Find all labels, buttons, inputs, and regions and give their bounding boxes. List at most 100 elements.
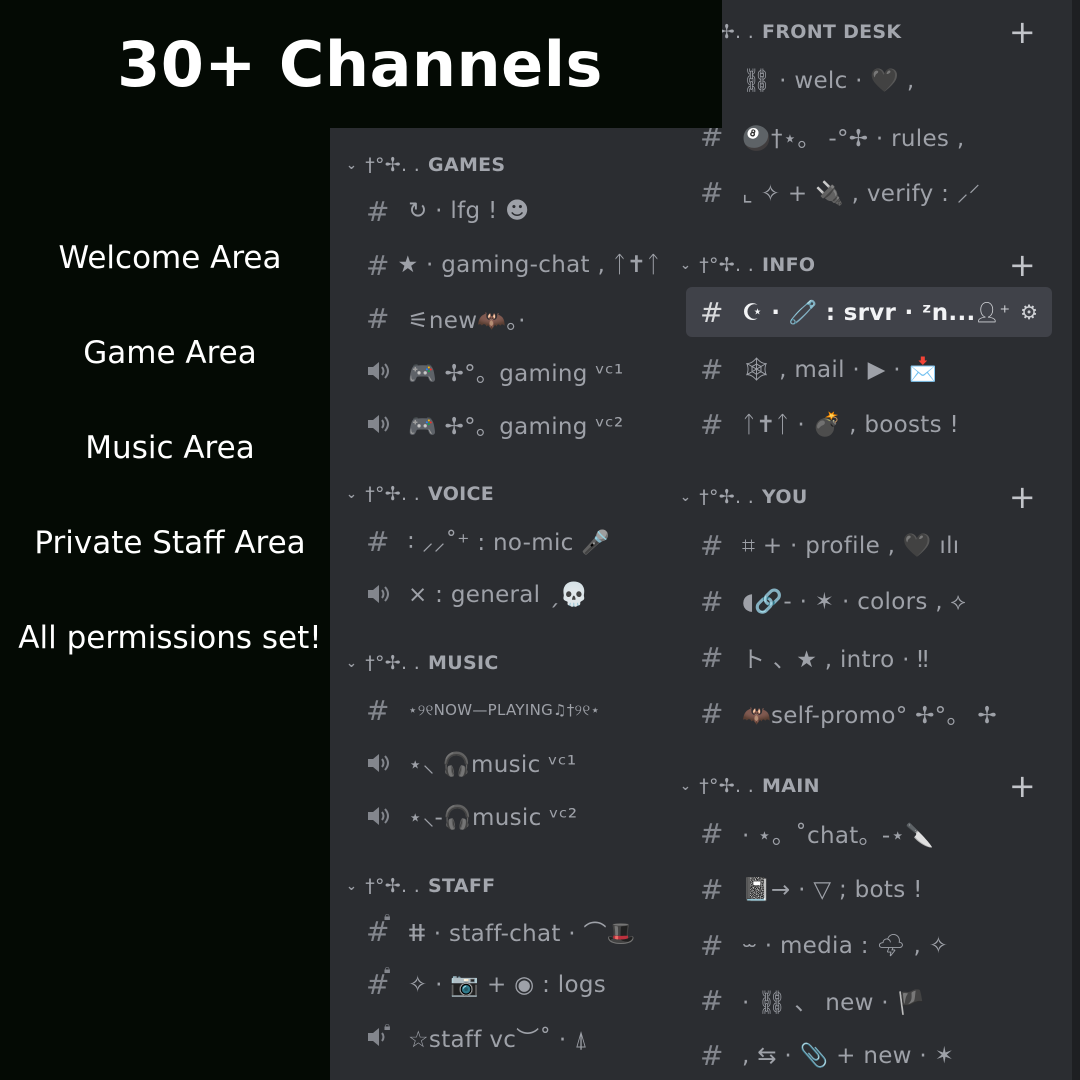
channel-name: × : general ˏ💀 [408,581,589,608]
channel-item[interactable]: # 🦇self-promo° ✢°。 ✢ [700,688,1050,738]
channel-name: ☆staff vc︶˚ · ⍋ [408,1027,589,1053]
category-music[interactable]: ⌄ †°✢. . MUSIC [346,645,646,681]
category-decoration: †°✢. . [365,875,421,897]
private-channel-item[interactable]: # 🔒︎ ⵌ · staff-chat · ⌒🎩 [366,906,656,956]
hash-icon: # 🔒︎ [366,908,391,948]
hash-icon: # [366,693,390,727]
channel-name: 🕸 , mail · ▶ · 📩 [742,356,938,383]
channel-name: ⋆⸜ 🎧music ᵛᶜ¹ [408,752,577,778]
category-staff[interactable]: ⌄ †°✢. . STAFF [346,868,646,904]
scrollbar-track [1072,0,1080,1080]
category-front-desk[interactable]: ⌄ †°✢. . FRONT DESK + [680,14,1036,50]
channel-name: ⌗ + · profile , 🖤 ılı [742,532,960,559]
hash-icon: # 🔒︎ [366,961,391,1001]
category-main[interactable]: ⌄ †°✢. . MAIN + [680,768,1036,804]
channel-actions: 👤︎⁺ ⚙︎ [974,300,1038,324]
channel-item[interactable]: # ∶ ⸝⸝˚⁺ : no-mic 🎤 [366,516,656,566]
channel-sidebar-right: ⌄ †°✢. . FRONT DESK + # ⛓ · welc · 🖤 , #… [662,0,1072,1080]
private-voice-channel-item[interactable]: 🔒︎ ☆staff vc︶˚ · ⍋ [366,1012,656,1062]
promo-feature: Welcome Area [58,239,282,276]
channel-item[interactable]: # ↻ · lfg ! ☻ [366,186,656,236]
hash-icon: # [700,872,724,906]
channel-name: · ⛓ 、 new · 🏴 [742,990,926,1016]
channel-name: 📓→ · ▽ ; bots ! [742,876,923,903]
chevron-down-icon: ⌄ [680,257,692,273]
channel-item[interactable]: # ◖🔗- · ✶ · colors , ⟡ [700,576,1050,626]
hash-icon: # [366,301,390,335]
channel-item[interactable]: # · ⛓ 、 new · 🏴 [700,975,1050,1025]
speaker-icon [366,359,400,383]
channel-item[interactable]: # ⛓ · welc · 🖤 , [700,55,1050,105]
plus-icon[interactable]: + [1009,770,1036,802]
channel-item[interactable]: # ⏖ · media : 🌩 , ✧ [700,920,1050,970]
category-label: YOU [762,486,808,508]
chevron-down-icon: ⌄ [346,157,358,173]
hash-icon: # [700,175,724,209]
hash-icon: # [366,524,390,558]
plus-icon[interactable]: + [1009,16,1036,48]
plus-icon[interactable]: + [1009,481,1036,513]
hash-icon: # [366,248,390,282]
category-label: MUSIC [428,652,499,674]
channel-name: · ⋆。˚chat。-⋆🔪 [742,823,935,849]
channel-name: ⛓ · welc · 🖤 , [742,67,915,94]
hash-icon: # [700,528,724,562]
promo-feature: All permissions set! [18,619,322,656]
private-channel-item[interactable]: # 🔒︎ ✧ · 📷 + ◉ : logs [366,959,656,1009]
add-member-icon[interactable]: 👤︎⁺ [974,300,1010,324]
channel-name: ト 、★ , intro · ‼ [742,647,929,673]
lock-icon: 🔒︎ [384,961,391,976]
chevron-down-icon: ⌄ [346,878,358,894]
channel-name: 🎱†⋆。 -°✢ · rules , [742,126,965,152]
chevron-down-icon: ⌄ [680,489,692,505]
voice-channel-item[interactable]: ⋆⸜ 🎧music ᵛᶜ¹ [366,738,656,788]
category-label: MAIN [762,775,820,797]
promo-feature: Game Area [83,334,257,371]
category-you[interactable]: ⌄ †°✢. . YOU + [680,479,1036,515]
channel-name: ⚟new🦇。· [408,308,526,334]
channel-name: ⌞ ✧ + 🔌 , verify : ⸝⸍ [742,181,981,207]
category-label: FRONT DESK [762,21,902,43]
plus-icon[interactable]: + [1009,249,1036,281]
category-voice[interactable]: ⌄ †°✢. . VOICE [346,476,646,512]
channel-item[interactable]: # ᛏ✝ᛏ · 💣 , boosts ! [700,399,1050,449]
voice-channel-item[interactable]: ⋆⸜-🎧music ᵛᶜ² [366,791,656,841]
speaker-icon [366,412,400,436]
channel-item[interactable]: # ⌗ + · profile , 🖤 ılı [700,520,1050,570]
channel-item[interactable]: # , ⇆ · 📎 + new · ✶ [700,1030,1050,1080]
voice-channel-item[interactable]: 🎮 ✢°。gaming ᵛᶜ¹ [366,346,656,396]
channel-item-active[interactable]: # ☪ · 🧷 : srvr · ᶻn... 👤︎⁺ ⚙︎ [686,287,1052,337]
channel-item[interactable]: # ⋆୨୧NOW—PLAYING♫†୨୧⋆ [366,685,656,735]
channel-name: , ⇆ · 📎 + new · ✶ [742,1042,955,1069]
channel-name: 🦇self-promo° ✢°。 ✢ [742,703,997,729]
channel-item[interactable]: # ⌞ ✧ + 🔌 , verify : ⸝⸍ [700,167,1050,217]
channel-name: ⋆୨୧NOW—PLAYING♫†୨୧⋆ [408,701,601,719]
gear-icon[interactable]: ⚙︎ [1020,300,1038,324]
channel-name: ☪ · 🧷 : srvr · ᶻn... [742,299,976,326]
category-info[interactable]: ⌄ †°✢. . INFO + [680,247,1036,283]
speaker-icon: 🔒︎ [366,1019,400,1049]
category-label: INFO [762,254,816,276]
category-decoration: †°✢. . [699,775,755,797]
chevron-down-icon: ⌄ [680,778,692,794]
hash-icon: # [700,816,724,850]
channel-item[interactable]: # 🎱†⋆。 -°✢ · rules , [700,111,1050,161]
hash-icon: # [700,352,724,386]
lock-icon: 🔒︎ [384,1019,391,1033]
channel-item[interactable]: # · ⋆。˚chat。-⋆🔪 [700,808,1050,858]
channel-item[interactable]: # ★ · gaming-chat ‚ ᛏ✝ᛏ [366,240,660,290]
channel-item[interactable]: # ト 、★ , intro · ‼ [700,632,1050,682]
chevron-down-icon: ⌄ [346,655,358,671]
speaker-icon [366,751,400,775]
channel-item[interactable]: # 📓→ · ▽ ; bots ! [700,864,1050,914]
voice-channel-item[interactable]: 🎮 ✢°。gaming ᵛᶜ² [366,399,656,449]
channel-name: ⵌ · staff-chat · ⌒🎩 [408,921,636,947]
channel-item[interactable]: # ⚟new🦇。· [366,293,656,343]
channel-item[interactable]: # 🕸 , mail · ▶ · 📩 [700,344,1050,394]
category-decoration: †°✢. . [699,486,755,508]
category-games[interactable]: ⌄ †°✢. . GAMES [346,147,646,183]
category-decoration: †°✢. . [699,254,755,276]
category-label: VOICE [428,483,495,505]
channel-name: ∶ ⸝⸝˚⁺ : no-mic 🎤 [408,530,611,556]
voice-channel-item[interactable]: × : general ˏ💀 [366,569,656,619]
